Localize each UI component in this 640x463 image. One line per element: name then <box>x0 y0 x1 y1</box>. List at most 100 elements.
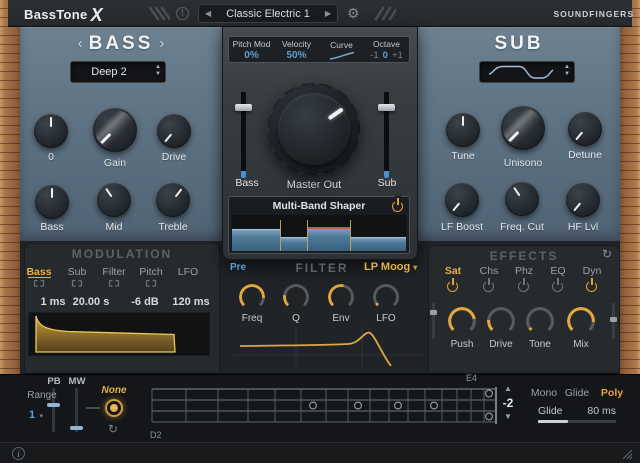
pb-label: PB <box>45 376 63 387</box>
knob-label: Drive <box>142 151 206 163</box>
fx-left-mini-slider[interactable] <box>432 303 435 339</box>
effects-refresh-icon[interactable]: ↻ <box>602 248 612 260</box>
logo-x-mark: X <box>91 5 103 25</box>
shaper-band-display[interactable] <box>232 215 406 251</box>
mod-tab-lfo[interactable]: LFO <box>166 266 210 278</box>
transpose-down-icon[interactable]: ▼ <box>500 412 516 421</box>
bass-zero-knob[interactable] <box>34 114 68 148</box>
eq-power-button[interactable] <box>552 281 563 292</box>
knob-label: Unisono <box>491 157 555 169</box>
info-icon[interactable]: i <box>12 447 25 460</box>
chs-power-button[interactable] <box>483 281 494 292</box>
mode-poly-button[interactable]: Poly <box>590 387 634 399</box>
link-icon[interactable] <box>145 279 157 288</box>
preset-selector[interactable]: ◀ Classic Electric 1 ▶ <box>198 4 338 23</box>
preset-next-icon[interactable]: ▶ <box>325 10 331 18</box>
knob-label: Mid <box>82 221 146 233</box>
glide-time-label: Glide <box>538 405 563 417</box>
transpose-up-icon[interactable]: ▲ <box>500 384 516 393</box>
octave-cell[interactable]: Octave -10+1 <box>364 37 409 62</box>
bass-preset-stepper[interactable]: ▲▼ <box>155 64 161 77</box>
phz-power-button[interactable] <box>518 281 529 292</box>
sub-lfboost-knob[interactable] <box>445 183 479 217</box>
keyswitch-button[interactable] <box>105 399 123 417</box>
transpose-value[interactable]: -2 <box>500 396 516 410</box>
range-select[interactable]: 1 ▾ <box>20 405 52 423</box>
resize-handle[interactable] <box>622 449 633 460</box>
link-icon[interactable] <box>108 279 120 288</box>
fx-push-knob[interactable] <box>448 307 476 335</box>
fretboard-range-display[interactable] <box>148 379 500 429</box>
fx-drive-knob[interactable] <box>487 307 515 335</box>
link-icon[interactable] <box>71 279 83 288</box>
knob-label: 0 <box>19 151 83 163</box>
octave-options[interactable]: -10+1 <box>370 50 403 61</box>
filter-type-select[interactable]: LP Moog ▾ <box>364 261 422 273</box>
bass-eq-treble-knob[interactable] <box>156 183 190 217</box>
performance-info-strip: Pitch Mod 0% Velocity 50% Curve Octave -… <box>228 36 410 63</box>
filter-pre-button[interactable]: Pre <box>230 262 246 273</box>
octave-selected: 0 <box>383 50 388 61</box>
app-logo: BassToneX <box>24 5 103 26</box>
fx-mix-knob[interactable] <box>567 307 595 335</box>
velocity-cell[interactable]: Velocity 50% <box>274 37 319 62</box>
modwheel-handle[interactable] <box>70 426 83 430</box>
bass-prev-icon[interactable]: ‹ <box>72 35 89 52</box>
slider-label: Bass <box>215 177 279 189</box>
sub-freqcut-knob[interactable] <box>505 182 539 216</box>
shaper-band-1[interactable] <box>232 229 280 251</box>
dyn-power-button[interactable] <box>586 281 597 292</box>
keyswitch-reset-icon[interactable]: ↻ <box>108 423 118 435</box>
sub-detune-knob[interactable] <box>568 112 602 146</box>
sub-unisono-knob[interactable] <box>501 106 545 150</box>
filter-lfo-knob[interactable] <box>373 284 399 310</box>
shaper-band-2[interactable] <box>281 237 307 251</box>
sub-wave-select[interactable]: ▲▼ <box>479 61 575 83</box>
master-out-label: Master Out <box>282 179 346 191</box>
bass-preset-value: Deep 2 <box>71 62 147 82</box>
bass-preset-select[interactable]: Deep 2 ▲▼ <box>70 61 166 83</box>
shaper-band-4[interactable] <box>351 237 406 251</box>
bass-next-icon[interactable]: › <box>153 35 170 52</box>
shaper-power-button[interactable] <box>392 201 403 212</box>
master-out-knob[interactable] <box>268 83 360 175</box>
sub-wave-stepper[interactable]: ▲▼ <box>564 64 570 77</box>
filter-env-knob[interactable] <box>328 284 354 310</box>
band-divider[interactable] <box>280 220 281 251</box>
band-divider[interactable] <box>307 220 308 251</box>
glide-time-value[interactable]: 80 ms <box>580 405 616 417</box>
wood-frame-right <box>620 0 640 374</box>
bass-level-slider-handle[interactable] <box>235 104 252 111</box>
fx-right-mini-handle[interactable] <box>610 317 617 322</box>
bass-eq-bass-knob[interactable] <box>35 185 69 219</box>
bass-gain-knob[interactable] <box>93 108 137 152</box>
sub-hflvl-knob[interactable] <box>566 183 600 217</box>
filter-q-knob[interactable] <box>283 284 309 310</box>
filter-freq-knob[interactable] <box>239 284 265 310</box>
bass-drive-knob[interactable] <box>157 114 191 148</box>
fx-left-mini-handle[interactable] <box>430 310 437 315</box>
gear-icon[interactable]: ⚙ <box>347 4 360 22</box>
curve-cell[interactable]: Curve <box>319 37 364 62</box>
sub-tune-knob[interactable] <box>446 113 480 147</box>
link-icon[interactable] <box>33 279 45 288</box>
envelope-display[interactable] <box>28 312 210 356</box>
knob-label: Bass <box>20 221 84 233</box>
env-release-value[interactable]: 120 ms <box>161 296 221 308</box>
wood-frame-left <box>0 0 20 374</box>
sat-power-button[interactable] <box>447 281 458 292</box>
shaper-band-3[interactable] <box>308 227 350 251</box>
sub-level-slider-handle[interactable] <box>378 104 395 111</box>
alert-icon[interactable]: ! <box>176 7 189 20</box>
header-bar: BassToneX ! ◀ Classic Electric 1 ▶ ⚙ SOU… <box>8 0 632 27</box>
bass-eq-mid-knob[interactable] <box>97 183 131 217</box>
shaper-title: Multi-Band Shaper <box>229 200 409 212</box>
band-divider[interactable] <box>350 220 351 251</box>
pitch-mod-cell[interactable]: Pitch Mod 0% <box>229 37 274 62</box>
filter-curve-display[interactable] <box>230 325 428 369</box>
keyswitch-value[interactable]: None <box>94 385 134 396</box>
preset-prev-icon[interactable]: ◀ <box>205 10 211 18</box>
fx-tab-dyn[interactable]: Dyn <box>570 265 614 277</box>
fx-tone-knob[interactable] <box>526 307 554 335</box>
env-decay-value[interactable]: 20.00 s <box>61 296 121 308</box>
